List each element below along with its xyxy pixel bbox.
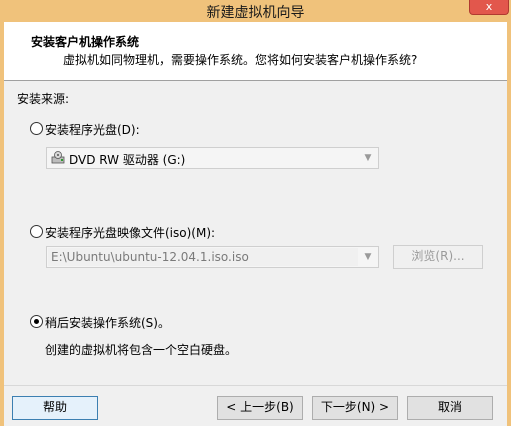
install-source-label: 安装来源: bbox=[17, 92, 70, 106]
header-title: 安装客户机操作系统 bbox=[31, 35, 140, 49]
back-button[interactable]: < 上一步(B) bbox=[217, 396, 303, 420]
window-frame-right bbox=[507, 22, 511, 426]
iso-path-combo[interactable]: E:\Ubuntu\ubuntu-12.04.1.iso.iso ▼ bbox=[46, 246, 379, 268]
radio-install-disc-label[interactable]: 安装程序光盘(D): bbox=[45, 121, 140, 138]
footer-separator bbox=[4, 385, 507, 386]
chevron-down-icon[interactable]: ▼ bbox=[361, 151, 375, 165]
chevron-down-icon[interactable]: ▼ bbox=[361, 250, 375, 264]
disc-drive-value: DVD RW 驱动器 (G:) bbox=[69, 153, 186, 167]
wizard-header: 安装客户机操作系统 虚拟机如同物理机，需要操作系统。您将如何安装客户机操作系统? bbox=[4, 22, 507, 81]
next-button[interactable]: 下一步(N) > bbox=[312, 396, 398, 420]
radio-install-iso-label[interactable]: 安装程序光盘映像文件(iso)(M): bbox=[45, 224, 215, 241]
radio-install-iso[interactable] bbox=[30, 225, 43, 238]
radio-install-later-label[interactable]: 稍后安装操作系统(S)。 bbox=[45, 314, 170, 331]
radio-install-later[interactable] bbox=[30, 315, 43, 328]
iso-path-value: E:\Ubuntu\ubuntu-12.04.1.iso.iso bbox=[51, 250, 249, 264]
disc-drive-select[interactable]: DVD RW 驱动器 (G:) ▼ bbox=[46, 147, 379, 169]
radio-install-disc[interactable] bbox=[30, 122, 43, 135]
cancel-button[interactable]: 取消 bbox=[407, 396, 493, 420]
install-later-note: 创建的虚拟机将包含一个空白硬盘。 bbox=[45, 343, 238, 357]
dvd-drive-icon bbox=[51, 151, 65, 164]
window-frame-left bbox=[0, 22, 4, 426]
window-title: 新建虚拟机向导 bbox=[206, 5, 305, 21]
title-bar: 新建虚拟机向导 x bbox=[0, 0, 511, 22]
close-button[interactable]: x bbox=[469, 0, 509, 15]
help-button[interactable]: 帮助 bbox=[12, 396, 98, 420]
header-subtitle: 虚拟机如同物理机，需要操作系统。您将如何安装客户机操作系统? bbox=[63, 53, 418, 67]
browse-button[interactable]: 浏览(R)... bbox=[393, 245, 483, 269]
